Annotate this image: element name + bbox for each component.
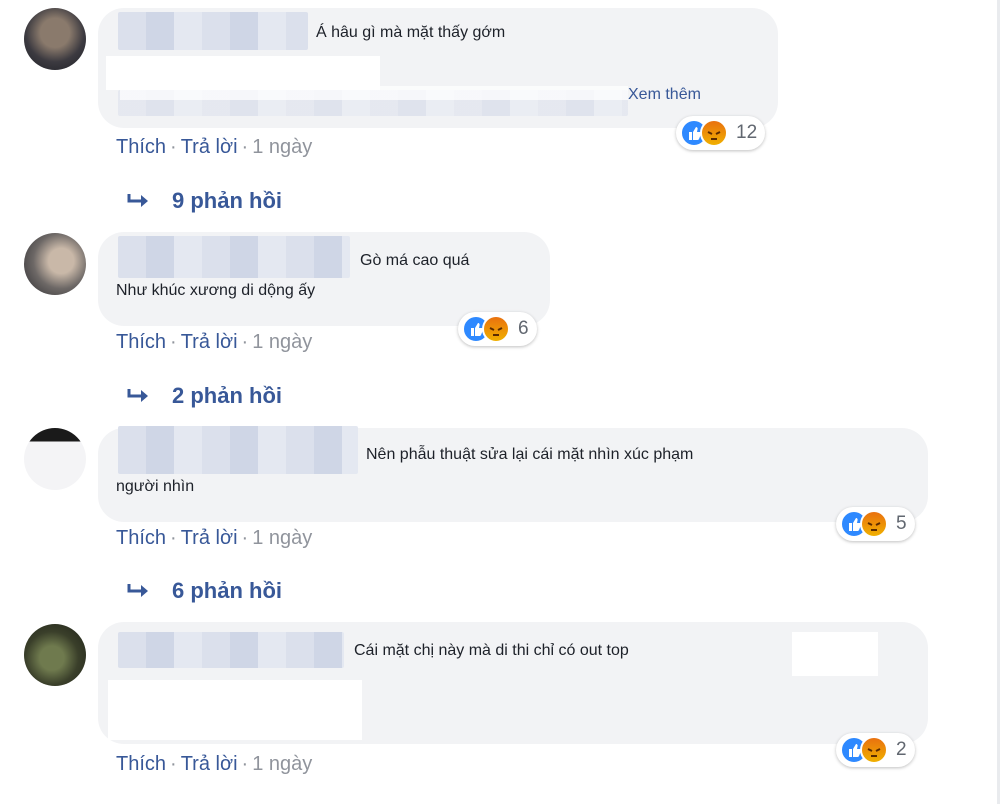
reaction-summary[interactable]: 5	[836, 507, 915, 541]
angry-reaction-icon	[860, 510, 888, 538]
avatar[interactable]	[24, 624, 86, 686]
reply-arrow-icon	[127, 194, 148, 207]
reaction-summary[interactable]: 6	[458, 312, 537, 346]
redacted-area	[120, 86, 628, 100]
replies-count: 9 phản hồi	[172, 188, 282, 213]
reaction-summary[interactable]: 2	[836, 733, 915, 767]
reply-link[interactable]: Trả lời	[181, 527, 238, 549]
comment-text: người nhìn	[116, 478, 195, 495]
reply-link[interactable]: Trả lời	[181, 753, 238, 775]
timestamp[interactable]: 1 ngày	[252, 331, 312, 353]
redacted-area	[108, 680, 362, 740]
angry-reaction-icon	[482, 315, 510, 343]
comment-text: Nên phẫu thuật sửa lại cái mặt nhìn xúc …	[366, 446, 694, 463]
view-replies-link[interactable]: 9 phản hồi	[126, 188, 282, 214]
reaction-count: 2	[896, 739, 907, 760]
blurred-author-name	[118, 12, 308, 50]
like-link[interactable]: Thích	[116, 527, 166, 549]
avatar[interactable]	[24, 428, 86, 490]
reply-arrow-icon	[127, 389, 148, 402]
avatar[interactable]	[24, 233, 86, 295]
comment-actions: Thích · Trả lời · 1 ngày	[116, 527, 313, 549]
timestamp[interactable]: 1 ngày	[252, 753, 312, 775]
comment-text: Như khúc xương di dộng ấy	[116, 282, 316, 299]
reply-arrow-icon	[127, 584, 148, 597]
comment-text: Gò má cao quá	[360, 252, 470, 269]
angry-reaction-icon	[860, 736, 888, 764]
comment-text: Á hâu gì mà mặt thấy gớm	[316, 24, 506, 41]
timestamp[interactable]: 1 ngày	[252, 136, 312, 158]
view-replies-link[interactable]: 6 phản hồi	[126, 578, 282, 604]
reply-link[interactable]: Trả lời	[181, 331, 238, 353]
like-link[interactable]: Thích	[116, 331, 166, 353]
see-more-link[interactable]: Xem thêm	[628, 86, 701, 104]
reaction-count: 6	[518, 318, 529, 339]
view-replies-link[interactable]: 2 phản hồi	[126, 383, 282, 409]
comment-actions: Thích · Trả lời · 1 ngày	[116, 136, 313, 158]
like-link[interactable]: Thích	[116, 753, 166, 775]
redacted-area	[792, 632, 878, 676]
redacted-area	[106, 56, 380, 90]
timestamp[interactable]: 1 ngày	[252, 527, 312, 549]
comment-actions: Thích · Trả lời · 1 ngày	[116, 753, 313, 775]
avatar[interactable]	[24, 8, 86, 70]
comment-text: Cái mặt chị này mà di thi chỉ có out top	[354, 642, 629, 659]
reaction-summary[interactable]: 12	[676, 116, 766, 150]
angry-reaction-icon	[700, 119, 728, 147]
blurred-author-name	[118, 632, 344, 668]
reply-link[interactable]: Trả lời	[181, 136, 238, 158]
reaction-count: 5	[896, 513, 907, 534]
blurred-author-name	[118, 236, 350, 278]
replies-count: 6 phản hồi	[172, 578, 282, 603]
blurred-author-name	[118, 426, 358, 474]
reaction-count: 12	[736, 122, 758, 143]
comment-actions: Thích · Trả lời · 1 ngày	[116, 331, 313, 353]
replies-count: 2 phản hồi	[172, 383, 282, 408]
like-link[interactable]: Thích	[116, 136, 166, 158]
